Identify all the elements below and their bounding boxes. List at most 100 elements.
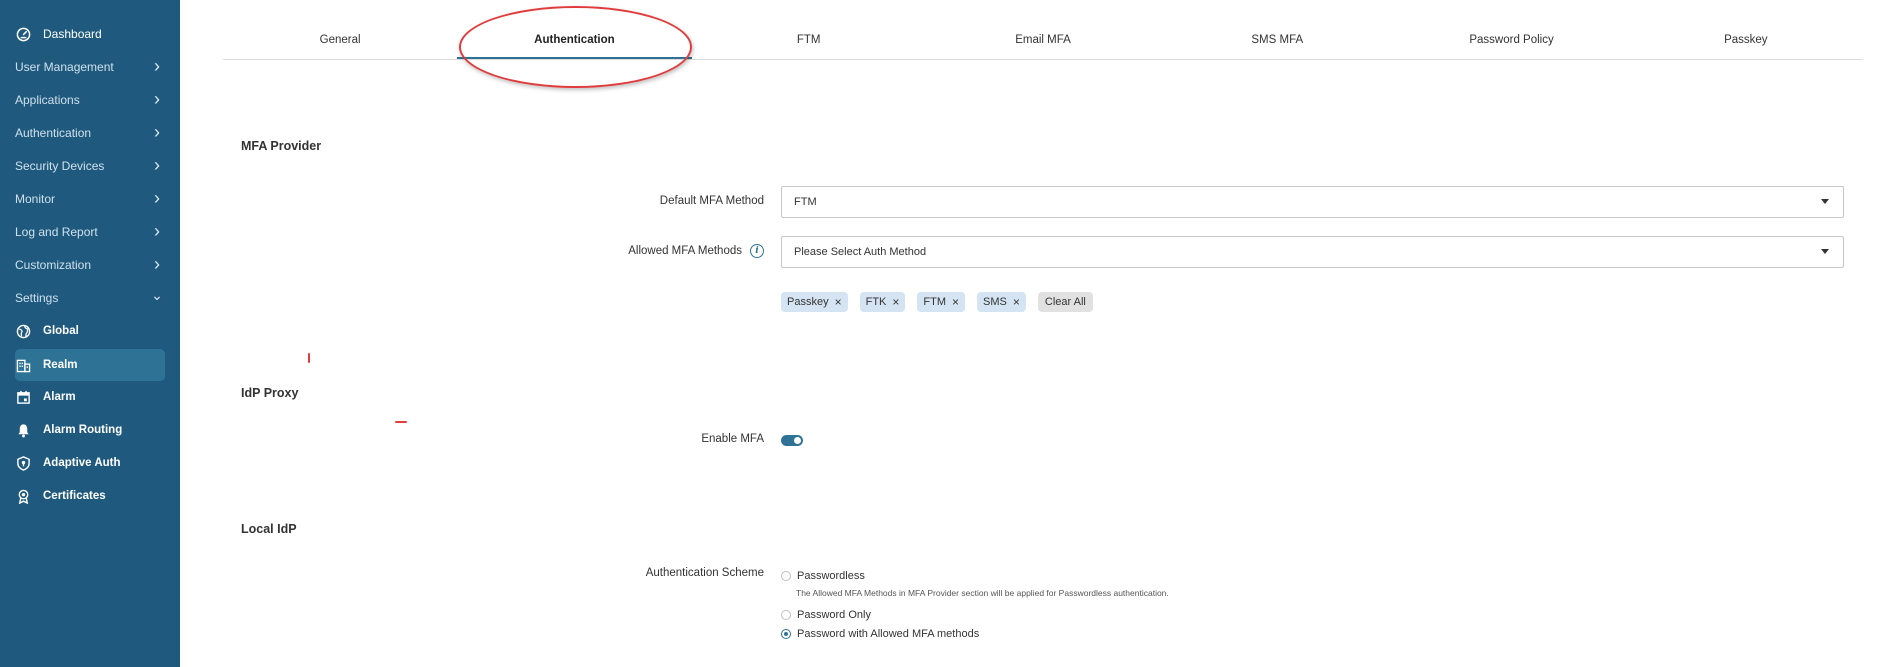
sidebar-item-label: Customization xyxy=(15,258,92,272)
sidebar-item-label: Monitor xyxy=(15,192,56,206)
field-label-text: Authentication Scheme xyxy=(645,567,764,579)
enable-mfa-label: Enable MFA xyxy=(701,433,764,445)
chevron-right-icon xyxy=(149,159,165,174)
field-label-text: Default MFA Method xyxy=(659,195,764,207)
annotation-mark xyxy=(308,353,310,363)
close-icon[interactable]: × xyxy=(835,295,842,309)
clear-all-label: Clear All xyxy=(1044,296,1086,308)
default-mfa-method-select[interactable]: FTM xyxy=(781,186,1844,218)
bell-icon xyxy=(15,422,31,438)
sidebar-item-settings[interactable]: Settings xyxy=(15,283,165,313)
caret-down-icon xyxy=(1821,249,1829,254)
field-label-text: Allowed MFA Methods xyxy=(628,245,742,257)
sidebar-item-monitor[interactable]: Monitor xyxy=(15,184,165,214)
sidebar-item-label: User Management xyxy=(15,60,114,74)
sidebar-item-label: Applications xyxy=(15,93,80,107)
info-icon[interactable]: i xyxy=(750,244,764,258)
radio-password-only[interactable]: Password Only xyxy=(781,609,871,621)
chevron-right-icon xyxy=(149,126,165,141)
building-icon xyxy=(15,357,31,373)
sidebar-item-label: Log and Report xyxy=(15,225,98,239)
close-icon[interactable]: × xyxy=(1013,295,1020,309)
enable-mfa-toggle[interactable] xyxy=(781,435,803,446)
app-root: Dashboard User Management Applications A… xyxy=(0,0,1900,667)
globe-icon xyxy=(15,323,31,339)
content-area xyxy=(180,0,1900,667)
tab-general[interactable]: General xyxy=(223,20,457,59)
allowed-mfa-methods-label: Allowed MFA Methods i xyxy=(628,244,764,258)
sidebar-item-label: Realm xyxy=(43,359,78,371)
sidebar-item-dashboard[interactable]: Dashboard xyxy=(15,19,165,49)
chip-ftm: FTM × xyxy=(917,292,966,312)
close-icon[interactable]: × xyxy=(892,295,899,309)
section-title-local-idp: Local IdP xyxy=(241,522,297,536)
tab-sms-mfa[interactable]: SMS MFA xyxy=(1160,20,1394,59)
select-value: FTM xyxy=(794,196,817,208)
tab-ftm[interactable]: FTM xyxy=(692,20,926,59)
tab-password-policy[interactable]: Password Policy xyxy=(1394,20,1628,59)
chevron-right-icon xyxy=(149,60,165,75)
sidebar-item-label: Alarm xyxy=(43,391,76,403)
sidebar-item-global[interactable]: Global xyxy=(15,316,165,346)
radio-button[interactable] xyxy=(781,571,791,581)
sidebar-item-label: Security Devices xyxy=(15,159,105,173)
caret-down-icon xyxy=(1821,199,1829,204)
radio-label: Passwordless xyxy=(797,570,865,582)
radio-label: Password Only xyxy=(797,609,871,621)
sidebar-item-authentication[interactable]: Authentication xyxy=(15,118,165,148)
chip-label: FTK xyxy=(865,296,887,308)
chip-ftk: FTK × xyxy=(859,292,906,312)
chip-sms: SMS × xyxy=(977,292,1026,312)
radio-button[interactable] xyxy=(781,610,791,620)
sidebar-item-log-and-report[interactable]: Log and Report xyxy=(15,217,165,247)
sidebar-item-label: Authentication xyxy=(15,126,92,140)
sidebar-item-alarm-routing[interactable]: Alarm Routing xyxy=(15,415,165,445)
sidebar: Dashboard User Management Applications A… xyxy=(0,0,180,667)
close-icon[interactable]: × xyxy=(952,295,959,309)
default-mfa-method-label: Default MFA Method xyxy=(660,195,764,207)
chevron-right-icon xyxy=(149,192,165,207)
clear-all-button[interactable]: Clear All xyxy=(1037,292,1093,312)
allowed-mfa-methods-select[interactable]: Please Select Auth Method xyxy=(781,236,1844,268)
chip-label: Passkey xyxy=(787,296,829,308)
sidebar-item-label: Dashboard xyxy=(43,27,102,41)
sidebar-item-label: Settings xyxy=(15,291,59,305)
sidebar-item-label: Certificates xyxy=(43,490,106,502)
chevron-right-icon xyxy=(149,258,165,273)
radio-password-with-mfa[interactable]: Password with Allowed MFA methods xyxy=(781,628,979,640)
radio-label: Password with Allowed MFA methods xyxy=(797,628,980,640)
selected-mfa-chips: Passkey × FTK × FTM × SMS × Clear All xyxy=(781,292,1093,312)
tab-passkey[interactable]: Passkey xyxy=(1629,20,1863,59)
sidebar-item-realm[interactable]: Realm xyxy=(15,349,165,381)
tab-email-mfa[interactable]: Email MFA xyxy=(926,20,1160,59)
tab-authentication[interactable]: Authentication xyxy=(457,20,692,59)
sidebar-item-security-devices[interactable]: Security Devices xyxy=(15,151,165,181)
section-title-mfa-provider: MFA Provider xyxy=(241,139,322,153)
radio-passwordless[interactable]: Passwordless xyxy=(781,570,865,582)
sidebar-item-alarm[interactable]: Alarm xyxy=(15,382,165,412)
section-title-idp-proxy: IdP Proxy xyxy=(241,386,299,400)
sidebar-item-applications[interactable]: Applications xyxy=(15,85,165,115)
chip-passkey: Passkey × xyxy=(781,292,848,312)
chip-label: SMS xyxy=(983,296,1007,308)
sidebar-item-certificates[interactable]: Certificates xyxy=(15,481,165,511)
sidebar-item-adaptive-auth[interactable]: Adaptive Auth xyxy=(15,448,165,478)
sidebar-item-user-management[interactable]: User Management xyxy=(15,52,165,82)
realm-tabs: General Authentication FTM Email MFA SMS… xyxy=(223,20,1863,60)
sidebar-item-customization[interactable]: Customization xyxy=(15,250,165,280)
sidebar-item-label: Global xyxy=(43,325,79,337)
select-placeholder: Please Select Auth Method xyxy=(794,246,927,258)
chevron-down-icon xyxy=(149,291,165,306)
sidebar-item-label: Alarm Routing xyxy=(43,424,123,436)
passwordless-hint: The Allowed MFA Methods in MFA Provider … xyxy=(796,588,1169,598)
shield-icon xyxy=(15,455,31,471)
certificate-icon xyxy=(15,488,31,504)
annotation-mark xyxy=(395,421,407,423)
calendar-icon xyxy=(15,389,31,405)
dashboard-icon xyxy=(15,26,31,42)
radio-button[interactable] xyxy=(781,629,791,639)
chevron-right-icon xyxy=(149,93,165,108)
field-label-text: Enable MFA xyxy=(701,433,764,445)
chip-label: FTM xyxy=(923,296,946,308)
sidebar-item-label: Adaptive Auth xyxy=(43,457,121,469)
